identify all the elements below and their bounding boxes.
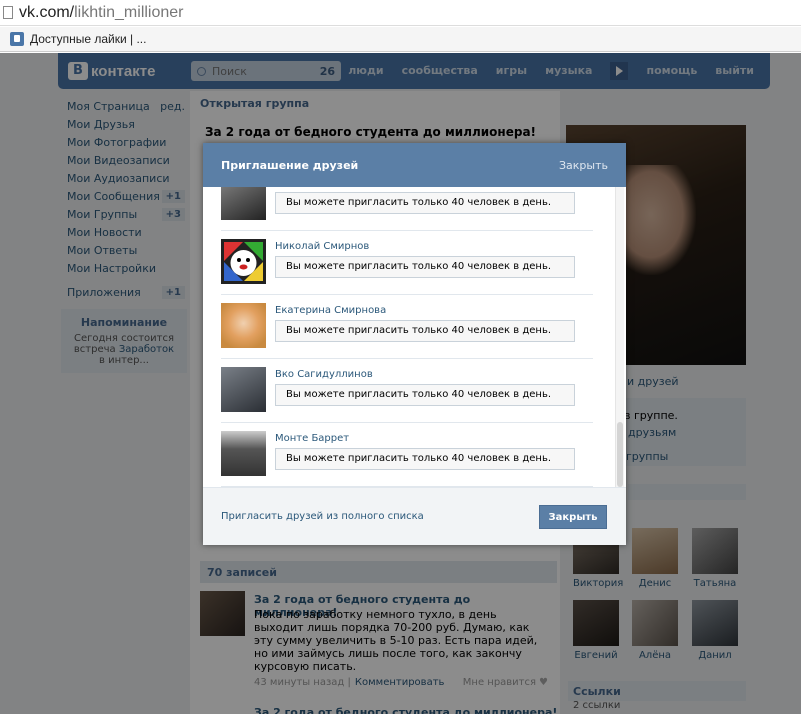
list-scrollbar[interactable] — [615, 187, 624, 487]
close-button[interactable]: Закрыть — [539, 505, 607, 529]
friends-invite-list: Вы можете пригласить только 40 человек в… — [203, 187, 626, 487]
bookmark-item[interactable]: Доступные лайки | ... — [30, 32, 146, 46]
friend-avatar[interactable] — [221, 431, 266, 476]
friend-name[interactable]: Монте Баррет — [275, 433, 349, 444]
bookmarks-bar: Доступные лайки | ... — [0, 27, 801, 52]
invite-row: Вко Сагидуллинов Вы можете пригласить то… — [221, 359, 593, 423]
friend-name[interactable]: Николай Смирнов — [275, 241, 369, 252]
url-text[interactable]: vk.com/likhtin_millioner — [19, 4, 184, 22]
thumbs-up-icon — [10, 32, 24, 46]
invite-limit-message: Вы можете пригласить только 40 человек в… — [275, 448, 575, 470]
friend-avatar[interactable] — [221, 303, 266, 348]
invite-row: Вы можете пригласить только 40 человек в… — [221, 187, 593, 231]
friend-name[interactable]: Вко Сагидуллинов — [275, 369, 373, 380]
invite-from-full-list-link[interactable]: Пригласить друзей из полного списка — [221, 511, 424, 522]
invite-limit-message: Вы можете пригласить только 40 человек в… — [275, 192, 575, 214]
scrollbar-thumb[interactable] — [617, 422, 623, 487]
invite-limit-message: Вы можете пригласить только 40 человек в… — [275, 256, 575, 278]
friend-name[interactable]: Екатерина Смирнова — [275, 305, 386, 316]
dialog-title: Приглашение друзей — [221, 158, 359, 172]
invite-limit-message: Вы можете пригласить только 40 человек в… — [275, 320, 575, 342]
friend-avatar[interactable] — [221, 187, 266, 220]
dialog-header: Приглашение друзей Закрыть — [203, 143, 626, 187]
friend-avatar[interactable] — [221, 239, 266, 284]
invite-friends-dialog: Приглашение друзей Закрыть Вы можете при… — [203, 143, 626, 545]
dialog-footer: Пригласить друзей из полного списка Закр… — [203, 487, 626, 545]
dialog-close-link[interactable]: Закрыть — [559, 159, 608, 172]
invite-limit-message: Вы можете пригласить только 40 человек в… — [275, 384, 575, 406]
invite-row: Монте Баррет Вы можете пригласить только… — [221, 423, 593, 487]
friend-avatar[interactable] — [221, 367, 266, 412]
invite-row: Николай Смирнов Вы можете пригласить тол… — [221, 231, 593, 295]
address-bar[interactable]: vk.com/likhtin_millioner — [0, 0, 801, 26]
invite-row: Екатерина Смирнова Вы можете пригласить … — [221, 295, 593, 359]
page-icon — [3, 6, 13, 19]
